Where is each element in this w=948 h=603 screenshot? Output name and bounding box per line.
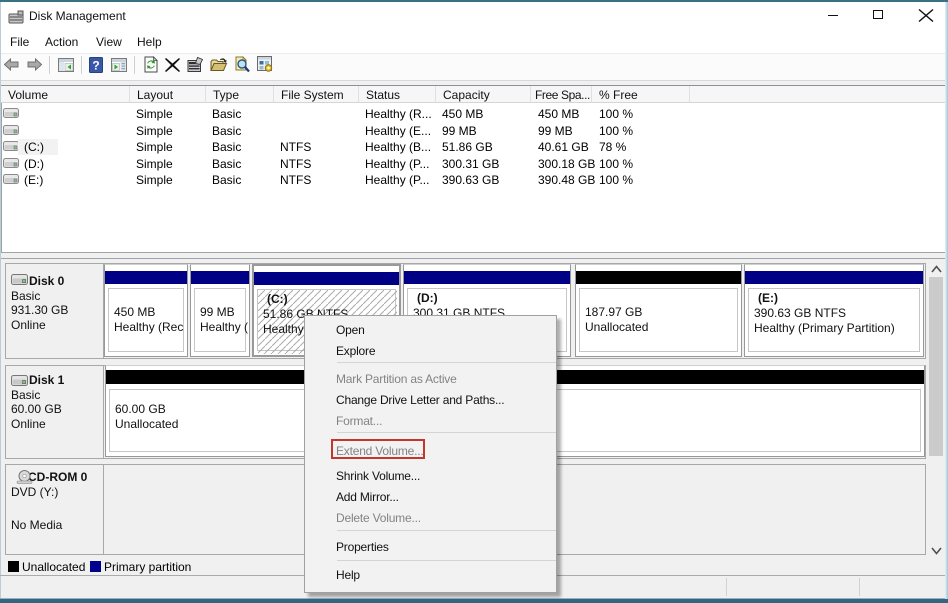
svg-text:?: ? — [92, 59, 99, 73]
